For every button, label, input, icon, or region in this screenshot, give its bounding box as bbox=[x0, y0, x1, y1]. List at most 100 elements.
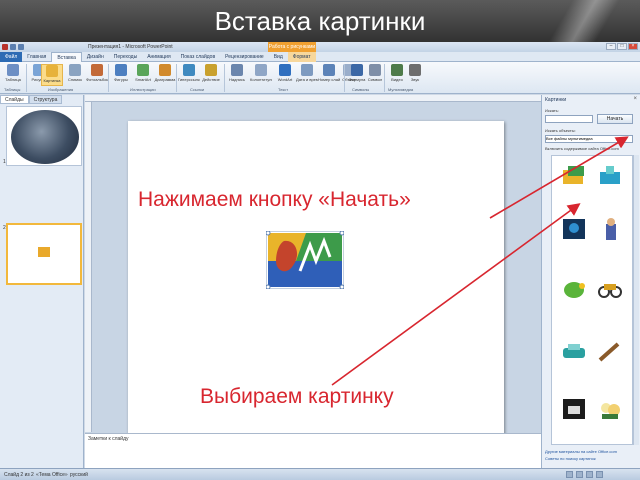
pi-icon bbox=[351, 64, 363, 76]
clipart-result[interactable] bbox=[596, 276, 624, 302]
office-content-checkbox[interactable]: Включить содержимое сайта Office.com bbox=[545, 146, 619, 151]
normal-view-icon[interactable] bbox=[566, 471, 573, 478]
ribbon-button-chart[interactable]: Диаграмма bbox=[154, 64, 176, 86]
ribbon-insert: Таблица Рисунок Картинка Снимок Фотоальб… bbox=[0, 62, 640, 94]
ribbon-button-slidenumber[interactable]: Номер слайда bbox=[318, 64, 340, 86]
tab-format[interactable]: Формат bbox=[287, 52, 316, 62]
maximize-button[interactable]: □ bbox=[617, 43, 627, 50]
tab-design[interactable]: Дизайн bbox=[82, 52, 109, 62]
status-bar: Слайд 2 из 2 «Тема Office» русский bbox=[0, 468, 640, 480]
ribbon-button-table[interactable]: Таблица bbox=[2, 64, 24, 86]
wordart-icon bbox=[279, 64, 291, 76]
tab-slides[interactable]: Слайды bbox=[0, 95, 29, 104]
speaker-icon bbox=[409, 64, 421, 76]
slide-thumbnail-2[interactable] bbox=[6, 223, 82, 285]
ribbon-tabs: Файл Главная Вставка Дизайн Переходы Ани… bbox=[0, 52, 640, 62]
group-separator bbox=[344, 64, 345, 92]
notes-pane[interactable]: Заметки к слайду bbox=[85, 433, 541, 468]
ribbon-button-photoalbum[interactable]: Фотоальбом bbox=[86, 64, 108, 86]
slideshow-view-icon[interactable] bbox=[596, 471, 603, 478]
minimize-button[interactable]: – bbox=[606, 43, 616, 50]
resize-handle[interactable] bbox=[339, 231, 344, 236]
group-label-illustrations: Иллюстрации bbox=[130, 87, 156, 92]
group-separator bbox=[176, 64, 177, 92]
ribbon-button-action[interactable]: Действие bbox=[200, 64, 222, 86]
ribbon-button-label: Таблица bbox=[5, 77, 21, 82]
tab-insert[interactable]: Вставка bbox=[51, 52, 82, 62]
tab-outline[interactable]: Структура bbox=[28, 95, 63, 104]
tab-home[interactable]: Главная bbox=[22, 52, 51, 62]
start-button[interactable]: Начать bbox=[597, 114, 633, 124]
clipart-icon bbox=[46, 65, 58, 77]
clipart-result[interactable] bbox=[596, 338, 624, 364]
clipart-result[interactable] bbox=[560, 216, 588, 242]
clipart-result[interactable] bbox=[560, 276, 588, 302]
save-icon[interactable] bbox=[10, 44, 16, 50]
ribbon-button-screenshot[interactable]: Снимок bbox=[64, 64, 86, 86]
status-language[interactable]: русский bbox=[70, 472, 88, 478]
tab-transitions[interactable]: Переходы bbox=[109, 52, 142, 62]
tab-review[interactable]: Рецензирование bbox=[220, 52, 269, 62]
video-icon bbox=[391, 64, 403, 76]
result-shape bbox=[579, 283, 585, 289]
clipart-result[interactable] bbox=[596, 216, 624, 242]
ribbon-button-smartart[interactable]: SmartArt bbox=[132, 64, 154, 86]
ribbon-button-label: Снимок bbox=[67, 77, 83, 82]
group-label-images: Изображения bbox=[48, 87, 74, 92]
slide-thumbnail-1[interactable] bbox=[6, 106, 82, 166]
link-search-tips[interactable]: Советы по поиску картинок bbox=[545, 455, 617, 462]
results-type-select[interactable]: Все файлы мультимедиа bbox=[545, 135, 633, 143]
ribbon-button-label: Фигуры bbox=[114, 77, 128, 82]
pane-close-icon[interactable]: × bbox=[633, 96, 637, 102]
ribbon-button-wordart[interactable]: WordArt bbox=[274, 64, 296, 86]
clipart-result[interactable] bbox=[596, 162, 624, 188]
tab-slideshow[interactable]: Показ слайдов bbox=[176, 52, 220, 62]
tab-view[interactable]: Вид bbox=[269, 52, 288, 62]
resize-handle[interactable] bbox=[266, 231, 271, 236]
group-label-media: Мультимедиа bbox=[388, 87, 414, 92]
ribbon-button-label: Номер слайда bbox=[318, 77, 340, 82]
ribbon-button-hyperlink[interactable]: Гиперссылка bbox=[178, 64, 200, 86]
action-icon bbox=[205, 64, 217, 76]
ribbon-button-headerfooter[interactable]: Колонтитулы bbox=[250, 64, 272, 86]
ribbon-button-label: Дата и время bbox=[296, 77, 318, 82]
clipart-result[interactable] bbox=[560, 338, 588, 364]
clipart-result[interactable] bbox=[596, 396, 624, 422]
ribbon-button-clipart[interactable]: Картинка bbox=[41, 64, 63, 86]
horizontal-ruler bbox=[85, 95, 541, 102]
ribbon-button-label: Картинка bbox=[43, 78, 61, 83]
thumbnail-photo bbox=[11, 110, 79, 164]
annotation-choose-picture: Выбираем картинку bbox=[200, 385, 394, 408]
clipart-search-input[interactable] bbox=[545, 115, 593, 123]
ribbon-button-label: Действие bbox=[202, 77, 220, 82]
powerpoint-window: Презентация1 - Microsoft PowerPoint Рабо… bbox=[0, 42, 640, 480]
context-tab-group: Работа с рисунками bbox=[268, 42, 316, 52]
inserted-clipart-image[interactable] bbox=[266, 231, 344, 289]
undo-icon[interactable] bbox=[18, 44, 24, 50]
close-button[interactable]: × bbox=[628, 43, 638, 50]
clipart-results-grid bbox=[551, 155, 633, 445]
ribbon-button-datetime[interactable]: Дата и время bbox=[296, 64, 318, 86]
date-time-icon bbox=[301, 64, 313, 76]
ribbon-button-textbox[interactable]: Надпись bbox=[226, 64, 248, 86]
ribbon-button-audio[interactable]: Звук bbox=[404, 64, 426, 86]
reading-view-icon[interactable] bbox=[586, 471, 593, 478]
group-label-tables: Таблицы bbox=[4, 87, 21, 92]
slide-thumbnails-pane: Слайды Структура 1 2 bbox=[0, 95, 84, 468]
tab-animations[interactable]: Анимация bbox=[142, 52, 175, 62]
resize-handle[interactable] bbox=[266, 284, 271, 289]
clipart-result[interactable] bbox=[560, 396, 588, 422]
slide-canvas[interactable]: Нажимаем кнопку «Начать» Выбираем картин… bbox=[128, 121, 504, 441]
link-more-office[interactable]: Другие материалы на сайте Office.com bbox=[545, 448, 617, 455]
search-label: Искать: bbox=[545, 108, 559, 113]
resize-handle[interactable] bbox=[339, 284, 344, 289]
clipart-result[interactable] bbox=[560, 162, 588, 188]
ribbon-button-symbol[interactable]: Символ bbox=[364, 64, 386, 86]
ribbon-button-label: SmartArt bbox=[135, 77, 151, 82]
sorter-view-icon[interactable] bbox=[576, 471, 583, 478]
tab-file[interactable]: Файл bbox=[0, 52, 23, 62]
ribbon-button-shapes[interactable]: Фигуры bbox=[110, 64, 132, 86]
thumbnail-clipart bbox=[38, 247, 50, 257]
app-logo-icon[interactable] bbox=[2, 44, 8, 50]
pane-scrollbar[interactable] bbox=[633, 155, 639, 445]
